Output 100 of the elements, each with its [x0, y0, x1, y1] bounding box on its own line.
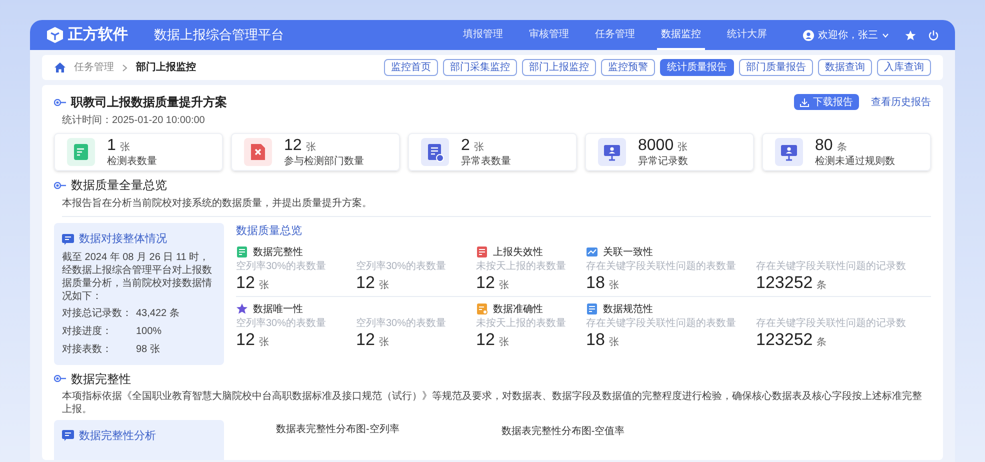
stat-label: 异常表数量 [461, 154, 511, 168]
metric-unit: 张 [378, 278, 389, 292]
breadcrumb-item: 部门上报监控 [136, 60, 196, 75]
metric-value: 18 [586, 330, 605, 350]
stat-value: 1 [107, 136, 116, 154]
metric-unit: 张 [608, 278, 619, 292]
metric-group-title: 关联一致性 [603, 246, 653, 260]
nav-tab[interactable]: 部门采集监控 [443, 59, 517, 76]
nav-tab[interactable]: 监控预警 [601, 59, 655, 76]
metric-group-title: 数据准确性 [493, 302, 543, 316]
history-link[interactable]: 查看历史报告 [871, 94, 931, 110]
nav-tab[interactable]: 数据查询 [818, 59, 872, 76]
chevron-icon [122, 64, 128, 72]
metric-label: 存在关键字段关联性问题的表数量 [586, 260, 737, 272]
section-title: 职教司上报数据质量提升方案 [71, 94, 227, 111]
metric-group-title: 上报失效性 [493, 246, 543, 260]
summary-value: 98 张 [136, 342, 160, 356]
metric-label: 空列率30%的表数量 [356, 260, 448, 272]
nav-tab[interactable]: 统计大屏 [723, 20, 771, 50]
nav-tab[interactable]: 数据监控 [657, 20, 705, 50]
monitor-icon [598, 138, 626, 166]
metric-unit: 张 [258, 278, 269, 292]
chart-title: 数据表完整性分布图-空列率 [276, 422, 400, 436]
metric-group-title: 数据完整性 [253, 246, 303, 260]
monitor-icon [775, 138, 803, 166]
bullet-icon [54, 182, 66, 188]
metric-label: 未按天上报的表数量 [476, 260, 567, 272]
chart-title: 数据表完整性分布图-空值率 [501, 424, 625, 438]
section-title: 数据质量全量总览 [71, 177, 167, 194]
caret-icon [882, 32, 889, 38]
metric-unit: 张 [498, 336, 509, 350]
power-icon [928, 30, 939, 40]
metric-value: 12 [476, 272, 495, 292]
download-icon [800, 98, 809, 106]
star-icon [905, 30, 916, 40]
stat-unit: 张 [678, 140, 688, 154]
section-description: 本项指标依据《全国职业教育智慧大脑院校中台高职数据标准及接口规范（试行）》等规范及要求，对数据表、数据字段及数据值的完整程度进行检验，确保核心数据表及核心字段按上述标准完整上报。 [62, 390, 923, 416]
metric-value: 12 [356, 272, 375, 292]
nav-tab[interactable]: 监控首页 [384, 59, 438, 76]
summary-text: 截至 2024 年 08 月 26 日 11 时，经数据上报综合管理平台对上报数据质量分析，当前院校对接数据情况如下： [62, 250, 213, 302]
stat-value: 8000 [638, 136, 674, 154]
metric-label: 存在关键字段关联性问题的记录数 [756, 316, 907, 330]
nav-tab[interactable]: 填报管理 [459, 20, 507, 50]
summary-value: 43,422 条 [136, 306, 180, 320]
stat-unit: 张 [474, 140, 484, 154]
document-icon [421, 138, 449, 166]
metric-value: 123252 [756, 330, 813, 350]
section-title: 数据完整性 [71, 370, 131, 388]
nav-tab[interactable]: 任务管理 [591, 20, 639, 50]
metric-label: 未按天上报的表数量 [476, 316, 567, 330]
logo-icon [46, 26, 64, 44]
panel-title: 数据质量总览 [236, 224, 303, 239]
logo-text: 正方软件 [68, 24, 128, 45]
metric-group-title: 数据唯一性 [253, 302, 303, 316]
summary-value: 100% [136, 324, 162, 338]
metric-value: 12 [476, 330, 495, 350]
metric-unit: 条 [816, 336, 827, 350]
stat-value: 12 [284, 136, 302, 154]
summary-label: 对接进度： [62, 324, 113, 338]
statistics-time: 统计时间：2025-01-20 10:00:00 [62, 114, 206, 128]
stat-value: 2 [461, 136, 470, 154]
error-file-icon [244, 138, 272, 166]
nav-tab[interactable]: 统计质量报告 [660, 59, 734, 76]
metric-value: 12 [236, 272, 255, 292]
favorite-button[interactable] [905, 30, 916, 40]
download-button[interactable]: 下载报告 [794, 94, 859, 110]
metric-unit: 张 [608, 336, 619, 350]
nav-tab[interactable]: 入库查询 [877, 59, 931, 76]
nav-tab[interactable]: 部门上报监控 [522, 59, 596, 76]
document-icon [476, 246, 488, 258]
stat-label: 参与检测部门数量 [284, 154, 364, 168]
summary-label: 对接总记录数： [62, 306, 133, 320]
metric-label: 空列率30%的表数量 [356, 316, 448, 330]
stat-label: 检测未通过规则数 [815, 154, 895, 168]
home-icon [54, 62, 66, 73]
logout-button[interactable] [928, 30, 939, 40]
form-icon [67, 138, 95, 166]
section-description: 本报告旨在分析当前院校对接系统的数据质量，并提出质量提升方案。 [62, 196, 931, 217]
summary-label: 对接表数： [62, 342, 113, 356]
panel-title: 数据对接整体情况 [79, 232, 167, 247]
breadcrumb-item[interactable]: 任务管理 [74, 60, 114, 75]
user-menu[interactable]: 欢迎你，张三 [803, 28, 889, 42]
metric-unit: 张 [258, 336, 269, 350]
app-title: 数据上报综合管理平台 [154, 26, 284, 44]
metric-value: 18 [586, 272, 605, 292]
panel-title: 数据完整性分析 [79, 428, 156, 444]
metric-value: 123252 [756, 272, 813, 292]
stat-unit: 张 [120, 140, 130, 154]
metric-unit: 张 [498, 278, 509, 292]
avatar-icon [803, 30, 814, 40]
metric-label: 存在关键字段关联性问题的记录数 [756, 260, 907, 272]
stat-label: 检测表数量 [107, 154, 157, 168]
nav-tab[interactable]: 部门质量报告 [739, 59, 813, 76]
nav-tab[interactable]: 审核管理 [525, 20, 573, 50]
stat-label: 异常记录数 [638, 154, 688, 168]
chart-icon [586, 246, 598, 258]
metric-unit: 条 [816, 278, 827, 292]
metric-unit: 张 [378, 336, 389, 350]
document-icon [476, 303, 488, 315]
stat-unit: 条 [836, 140, 847, 154]
